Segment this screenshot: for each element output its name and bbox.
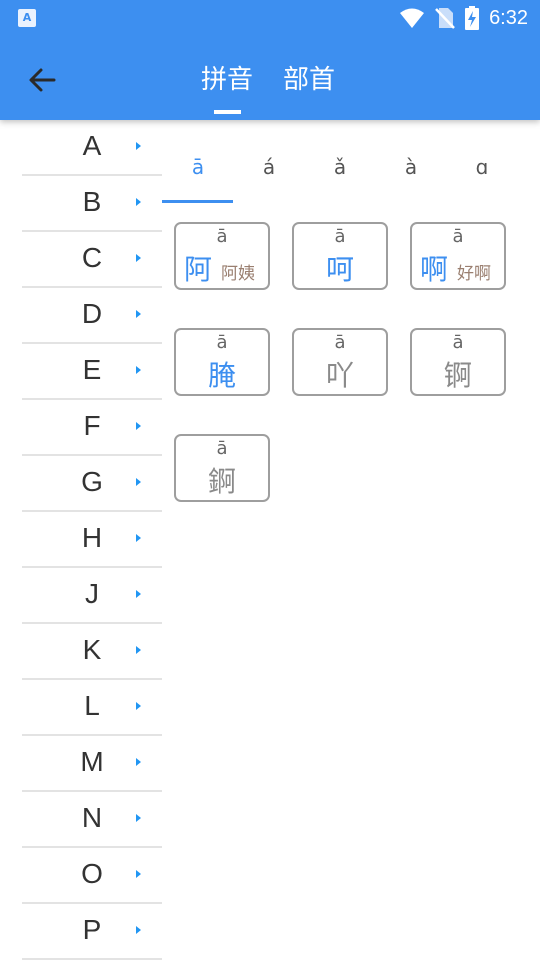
card-character: 啊 [420,253,449,286]
letter-label: D [81,298,103,329]
letter-label: M [80,746,104,777]
tone-indicator [162,200,233,203]
letter-label: E [82,354,102,385]
card-pinyin: ā [334,332,346,353]
letter-item-n[interactable]: N [22,792,162,848]
status-bar: A 6:32 [0,0,540,36]
arrow-right-icon [136,870,141,878]
letter-item-l[interactable]: L [22,680,162,736]
letter-label: K [82,634,102,665]
character-card[interactable]: ā 好啊啊 [410,222,506,290]
character-card[interactable]: ā呵 [292,222,388,290]
arrow-right-icon [136,366,141,374]
card-character: 腌 [208,359,237,392]
letter-label: F [83,410,101,441]
character-card[interactable]: ā吖 [292,328,388,396]
card-pinyin: ā [216,438,228,459]
app-bar: A 6:32 拼音 部首 [0,0,540,120]
tone-tab-3[interactable]: ǎ [305,155,375,179]
letter-label: B [82,186,102,217]
letter-item-d[interactable]: D [22,288,162,344]
letter-item-e[interactable]: E [22,344,162,400]
arrow-right-icon [136,310,141,318]
letter-list: ABCDEFGHJKLMNOP [22,120,162,960]
letter-label: O [81,858,103,889]
tab-radical[interactable]: 部首 [283,62,335,98]
letter-label: J [85,578,99,609]
status-time: 6:32 [489,6,528,29]
character-card[interactable]: ā 阿姨阿 [174,222,270,290]
letter-item-p[interactable]: P [22,904,162,960]
letter-label: G [81,466,103,497]
arrow-right-icon [136,926,141,934]
arrow-right-icon [136,198,141,206]
card-example-word: 好啊 [457,264,491,284]
card-example-word: 阿姨 [221,264,255,284]
letter-item-o[interactable]: O [22,848,162,904]
letter-item-k[interactable]: K [22,624,162,680]
arrow-right-icon [136,142,141,150]
tone-tab-1[interactable]: ā [163,155,233,179]
no-sim-icon [435,8,455,29]
arrow-right-icon [136,422,141,430]
card-pinyin: ā [216,332,228,353]
letter-item-h[interactable]: H [22,512,162,568]
arrow-right-icon [136,254,141,262]
letter-item-b[interactable]: B [22,176,162,232]
card-pinyin: ā [216,226,228,247]
tone-tab-5[interactable]: ɑ [447,155,517,179]
arrow-right-icon [136,702,141,710]
card-character: 吖 [326,359,355,392]
arrow-right-icon [136,590,141,598]
character-card[interactable]: ā锕 [410,328,506,396]
letter-item-a[interactable]: A [22,120,162,176]
battery-charging-icon [465,6,480,30]
letter-item-j[interactable]: J [22,568,162,624]
arrow-right-icon [136,646,141,654]
card-pinyin: ā [334,226,346,247]
back-arrow-icon[interactable] [24,62,60,98]
tab-bar: 拼音 部首 [201,62,335,98]
tone-tab-4[interactable]: à [376,155,446,179]
letter-item-g[interactable]: G [22,456,162,512]
card-character: 呵 [326,253,355,286]
letter-label: H [81,522,103,553]
letter-item-f[interactable]: F [22,400,162,456]
card-character: 锕 [444,359,473,392]
tone-tab-2[interactable]: á [234,155,304,179]
character-card[interactable]: ā腌 [174,328,270,396]
tab-pinyin[interactable]: 拼音 [201,62,253,98]
app-notification-icon: A [18,9,36,27]
letter-label: A [82,130,102,161]
tab-indicator [214,110,241,114]
card-character: 阿 [184,253,213,286]
letter-label: N [81,802,103,833]
letter-item-m[interactable]: M [22,736,162,792]
tone-tabs: āáǎàɑ [162,145,540,205]
letter-label: L [84,690,100,721]
letter-item-c[interactable]: C [22,232,162,288]
letter-label: P [82,914,102,945]
card-pinyin: ā [452,332,464,353]
card-character: 錒 [208,465,237,498]
wifi-icon [400,8,425,28]
arrow-right-icon [136,758,141,766]
arrow-right-icon [136,478,141,486]
card-pinyin: ā [452,226,464,247]
arrow-right-icon [136,814,141,822]
letter-label: C [81,242,103,273]
arrow-right-icon [136,534,141,542]
character-card[interactable]: ā錒 [174,434,270,502]
